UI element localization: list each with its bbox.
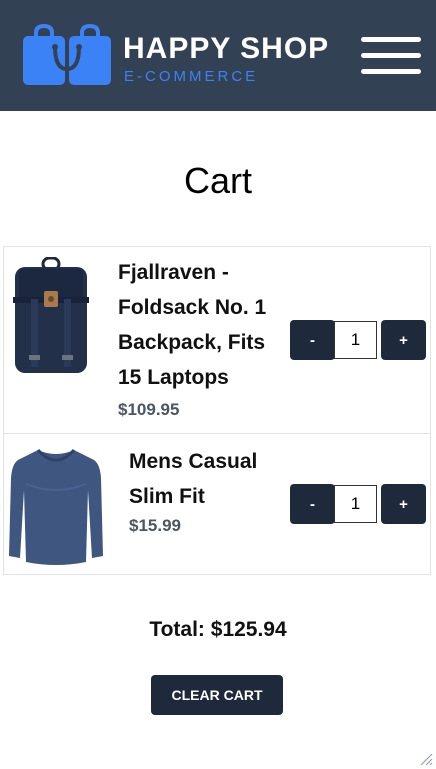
cart-item-name[interactable]: Mens Casual Slim Fit (129, 444, 289, 514)
clear-cart-button[interactable]: CLEAR CART (151, 675, 283, 715)
decrement-button[interactable]: - (290, 484, 335, 524)
long-sleeve-shirt-image (9, 448, 103, 565)
quantity-input[interactable] (334, 485, 377, 523)
hamburger-menu-icon[interactable] (361, 37, 421, 75)
resize-grip-icon[interactable] (419, 752, 433, 766)
increment-button[interactable]: + (381, 484, 426, 524)
brand-tagline: E-COMMERCE (124, 68, 259, 85)
cart-item-price: $109.95 (118, 400, 180, 419)
cart-item: Fjallraven - Foldsack No. 1 Backpack, Fi… (3, 246, 431, 434)
quantity-input[interactable] (334, 321, 377, 359)
page-title: Cart (183, 160, 252, 201)
menu-bar (361, 37, 421, 42)
cart-list: Fjallraven - Foldsack No. 1 Backpack, Fi… (3, 246, 431, 575)
cart-item: Mens Casual Slim Fit $15.99 - + (3, 433, 431, 575)
menu-bar (361, 53, 421, 58)
quantity-stepper: - + (290, 320, 426, 360)
menu-bar (361, 69, 421, 74)
quantity-stepper: - + (290, 484, 426, 524)
backpack-image (13, 257, 89, 373)
decrement-button[interactable]: - (290, 320, 335, 360)
app-header: HAPPY SHOP E-COMMERCE (0, 0, 436, 111)
brand-name: HAPPY SHOP (123, 32, 330, 65)
cart-total: Total: $125.94 (149, 618, 287, 641)
increment-button[interactable]: + (381, 320, 426, 360)
shopping-bags-icon (23, 24, 111, 85)
cart-item-price: $15.99 (129, 516, 181, 535)
cart-item-name[interactable]: Fjallraven - Foldsack No. 1 Backpack, Fi… (118, 255, 282, 395)
